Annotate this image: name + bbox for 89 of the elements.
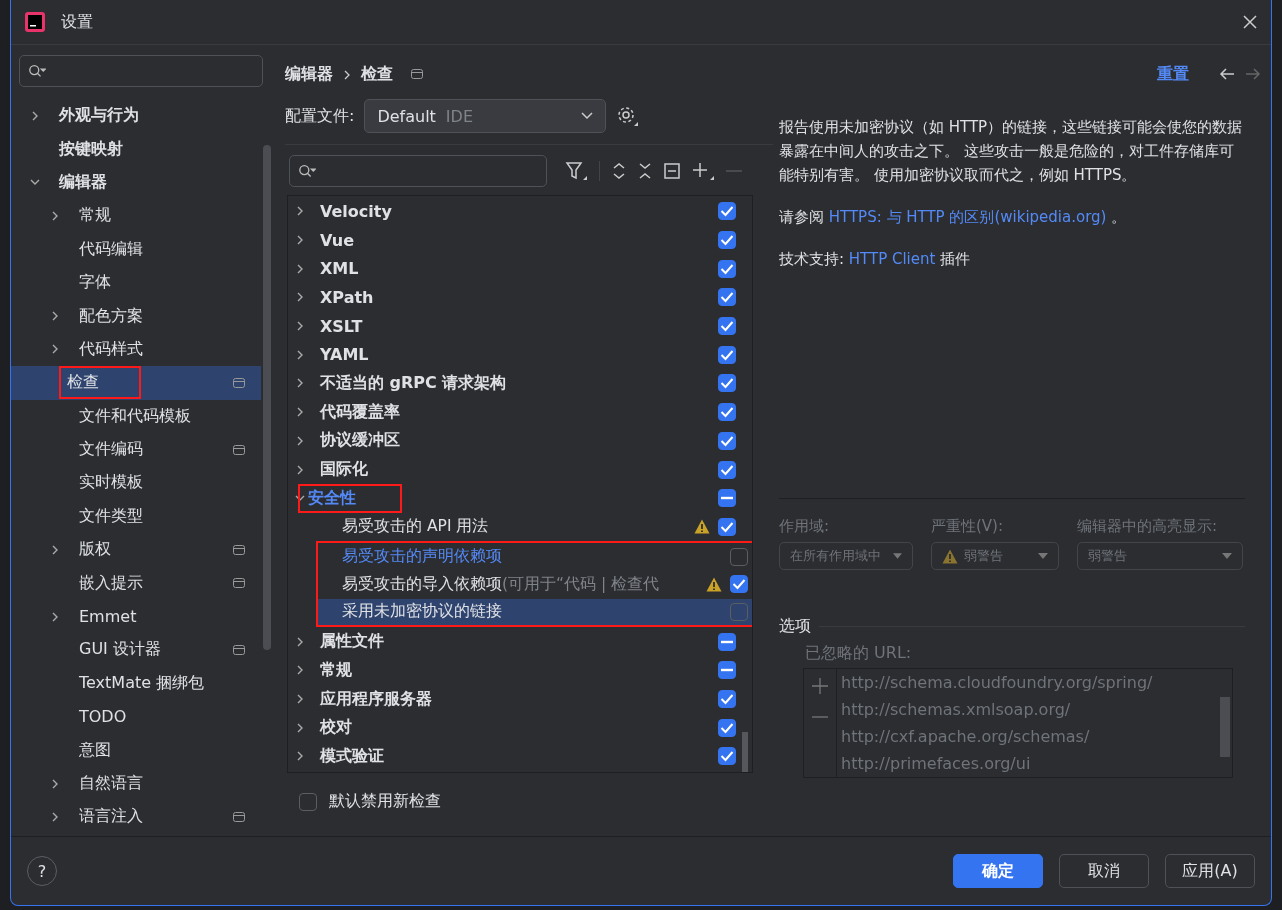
ok-button[interactable]: 确定 bbox=[953, 854, 1043, 888]
wikipedia-link[interactable]: HTTPS: 与 HTTP 的区别(wikipedia.org) bbox=[828, 208, 1107, 226]
sidebar-item[interactable]: Emmet bbox=[11, 599, 261, 634]
sidebar-item[interactable]: 编辑器 bbox=[11, 165, 261, 200]
inspection-row[interactable]: 易受攻击的 API 用法 bbox=[288, 512, 752, 542]
sidebar-item[interactable]: 嵌入提示 bbox=[11, 566, 261, 600]
inspection-row[interactable]: 不适当的 gRPC 请求架构 bbox=[288, 369, 752, 398]
checkbox[interactable] bbox=[718, 632, 736, 651]
plugin-link[interactable]: HTTP Client bbox=[848, 250, 936, 268]
inspection-row[interactable]: 应用程序服务器 bbox=[288, 684, 752, 714]
checkbox[interactable] bbox=[730, 547, 748, 566]
inspection-row[interactable]: 协议缓冲区 bbox=[288, 426, 752, 456]
forward-arrow-icon[interactable] bbox=[1245, 67, 1261, 81]
inspection-row[interactable]: YAML bbox=[288, 340, 752, 370]
inspection-row[interactable]: 常规 bbox=[288, 656, 752, 685]
description-text: 报告使用未加密协议（如 HTTP）的链接，这些链接可能会使您的数据暴露在中间人的攻击之下。 这些攻击一般是危险的，对工件存储库可能特别有害。 使用加密协议取而代之，例如 HTTPS。 bbox=[779, 117, 1244, 186]
collapse-box-icon[interactable] bbox=[664, 163, 680, 179]
filter-icon[interactable] bbox=[565, 161, 587, 181]
scrollbar[interactable] bbox=[742, 732, 748, 772]
inspection-row[interactable]: 校对 bbox=[288, 713, 752, 743]
sidebar-item[interactable]: 外观与行为 bbox=[11, 99, 261, 133]
search-icon bbox=[28, 63, 46, 79]
caret-icon bbox=[893, 553, 902, 559]
inspection-row[interactable]: XPath bbox=[288, 283, 752, 312]
sidebar-item[interactable]: 按键映射 bbox=[11, 132, 261, 166]
back-arrow-icon[interactable] bbox=[1219, 67, 1235, 81]
add-icon[interactable] bbox=[692, 161, 714, 181]
scrollbar[interactable] bbox=[1220, 697, 1230, 757]
sidebar-item[interactable]: 语言注入 bbox=[11, 800, 261, 834]
project-scope-icon bbox=[411, 69, 423, 79]
chevron-down-icon bbox=[581, 112, 594, 120]
profile-dropdown[interactable]: Default IDE bbox=[364, 99, 607, 133]
field-label: 严重性(V): bbox=[931, 517, 1005, 536]
see-also-text: 请参阅 HTTPS: 与 HTTP 的区别(wikipedia.org) 。 bbox=[779, 207, 1128, 228]
search-field[interactable] bbox=[289, 155, 547, 187]
sidebar-item[interactable]: TextMate 捆绑包 bbox=[11, 666, 261, 701]
window-title: 设置 bbox=[61, 11, 94, 33]
sidebar-item[interactable]: 文件类型 bbox=[11, 499, 261, 534]
section-title: 选项 bbox=[779, 616, 811, 637]
reset-link[interactable]: 重置 bbox=[1157, 63, 1189, 85]
gear-icon[interactable] bbox=[616, 105, 639, 127]
sidebar-item[interactable]: TODO bbox=[11, 700, 261, 734]
inspection-row[interactable]: Velocity bbox=[288, 197, 752, 226]
inspection-row[interactable]: XML bbox=[288, 254, 752, 284]
expand-all-icon[interactable] bbox=[612, 162, 626, 180]
sidebar-item[interactable]: 实时模板 bbox=[11, 466, 261, 500]
inspection-row[interactable]: 模式验证 bbox=[288, 742, 752, 771]
app-logo-icon bbox=[25, 12, 45, 32]
checkbox[interactable] bbox=[718, 661, 736, 680]
inspection-row[interactable]: 安全性 bbox=[288, 483, 752, 513]
search-field[interactable] bbox=[19, 55, 263, 87]
checkbox-label: 默认禁用新检查 bbox=[329, 791, 441, 812]
sidebar-item[interactable]: 代码样式 bbox=[11, 332, 261, 367]
dialog-button[interactable]: 取消 bbox=[1059, 854, 1149, 888]
sidebar-item[interactable]: 常规 bbox=[11, 199, 261, 233]
sidebar-item[interactable]: 配色方案 bbox=[11, 299, 261, 333]
breadcrumb-item: 检查 bbox=[361, 63, 393, 85]
sidebar-item[interactable]: GUI 设计器 bbox=[11, 633, 261, 667]
collapse-all-icon[interactable] bbox=[638, 162, 652, 180]
inspection-row[interactable]: 易受攻击的声明依赖项 bbox=[316, 541, 752, 570]
checkbox[interactable] bbox=[299, 792, 317, 811]
breadcrumb-item: 编辑器 bbox=[285, 63, 333, 85]
inspection-row[interactable]: 采用未加密协议的链接 bbox=[316, 598, 752, 628]
inspection-row[interactable]: 国际化 bbox=[288, 455, 752, 484]
sidebar-item[interactable]: 版权 bbox=[11, 533, 261, 567]
checkbox[interactable] bbox=[730, 602, 748, 621]
caret-icon bbox=[1038, 553, 1048, 559]
sidebar-item[interactable]: 自然语言 bbox=[11, 766, 261, 801]
close-icon[interactable] bbox=[1243, 15, 1257, 29]
sidebar-item[interactable]: 文件编码 bbox=[11, 432, 261, 467]
search-icon bbox=[298, 163, 316, 179]
field-label: 编辑器中的高亮显示: bbox=[1077, 517, 1219, 536]
support-text: 技术支持: HTTP Client 插件 bbox=[779, 249, 972, 270]
scrollbar[interactable] bbox=[263, 145, 271, 650]
checkbox[interactable] bbox=[718, 489, 736, 508]
inspection-row[interactable]: Vue bbox=[288, 225, 752, 255]
field-label: 作用域: bbox=[779, 517, 831, 536]
profile-label: 配置文件: bbox=[285, 105, 355, 127]
sidebar-item[interactable]: 检查 bbox=[11, 366, 261, 400]
inspection-row[interactable]: 属性文件 bbox=[288, 627, 752, 656]
field-label: 已忽略的 URL: bbox=[805, 643, 913, 664]
sidebar-item[interactable]: 字体 bbox=[11, 265, 261, 300]
inspection-row[interactable]: 代码覆盖率 bbox=[288, 397, 752, 427]
sidebar-item[interactable]: 文件和代码模板 bbox=[11, 399, 261, 433]
dialog-button[interactable]: 应用(A) bbox=[1165, 854, 1255, 888]
inspection-row[interactable]: XSLT bbox=[288, 311, 752, 341]
sidebar-item[interactable]: 代码编辑 bbox=[11, 232, 261, 266]
caret-icon bbox=[1222, 553, 1232, 559]
sidebar-item[interactable]: 意图 bbox=[11, 733, 261, 767]
